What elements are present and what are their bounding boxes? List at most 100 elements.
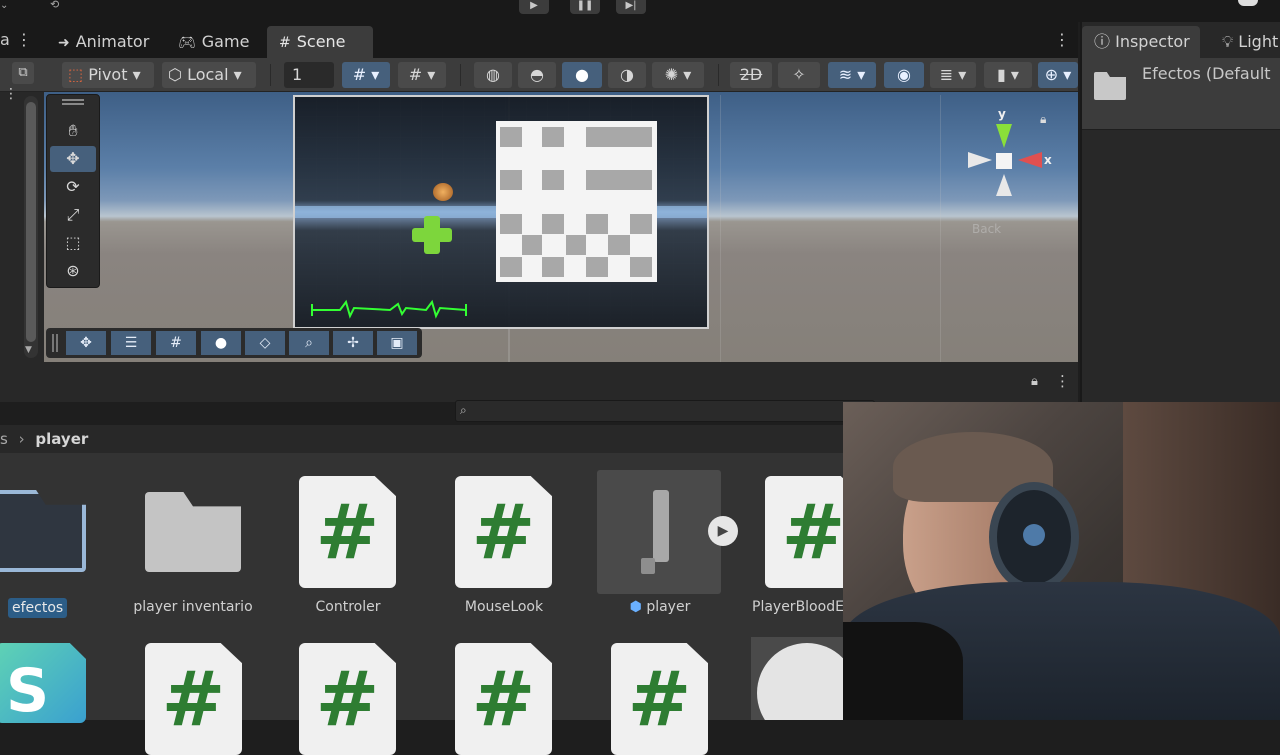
overlay-pivot-button[interactable]: ✢ (333, 331, 373, 355)
asset-label-efectos[interactable]: efectos (8, 598, 68, 618)
snap-button[interactable]: # ▾ (398, 62, 446, 88)
gizmo-x-axis[interactable] (1018, 152, 1042, 168)
step-icon: ▶| (625, 0, 637, 11)
rect-tool[interactable]: ⬚ (50, 230, 96, 256)
gizmo-center-cube[interactable] (996, 153, 1012, 169)
asset-label-playerbloodef[interactable]: PlayerBloodEf (752, 599, 843, 615)
gizmo-y-axis[interactable] (996, 124, 1012, 148)
search-icon: ⌕ (305, 335, 313, 351)
overlay-plane-button[interactable]: ◇ (245, 331, 285, 355)
project-search-input[interactable]: ⌕ (455, 400, 875, 422)
overlay-grid-button[interactable]: # (156, 331, 196, 355)
script-icon[interactable]: # (455, 476, 552, 588)
prefab-thumbnail[interactable] (597, 470, 721, 594)
overlay-handle[interactable] (52, 334, 54, 352)
pivot-icon: ⬚ (68, 65, 84, 84)
scene-menu-icon[interactable]: ⋮ (1054, 30, 1070, 49)
tab-overflow-fragment: a (0, 30, 10, 49)
script-icon[interactable]: # (611, 643, 708, 755)
move-tool[interactable]: ✥ (50, 146, 96, 172)
tab-scene[interactable]: # Scene (267, 26, 373, 58)
shading-wire-button[interactable]: ◍ (474, 62, 512, 88)
tab-lighting[interactable]: 💡︎ Light (1222, 26, 1278, 58)
local-dropdown[interactable]: ⬡ Local ▾ (162, 62, 256, 88)
shading-shaded-wire-button[interactable]: ◓ (518, 62, 556, 88)
hand-tool[interactable]: ✋︎ (50, 118, 96, 144)
scrollbar-thumb[interactable] (26, 102, 36, 342)
account-icon[interactable] (1238, 0, 1258, 6)
lock-icon[interactable]: 🔒︎ (1031, 374, 1038, 389)
sphere-icon: ● (214, 335, 228, 351)
shader-icon[interactable]: S (0, 643, 86, 723)
overlay-sphere-button[interactable]: ● (201, 331, 241, 355)
camera-icon: ▮ (997, 65, 1006, 84)
overlay-search-button[interactable]: ⌕ (289, 331, 329, 355)
play-icon: ▶ (530, 0, 538, 11)
step-button[interactable]: ▶| (616, 0, 646, 14)
material-sphere-icon (757, 643, 843, 720)
asset-label-mouselook[interactable]: MouseLook (446, 599, 562, 615)
play-arrow-icon: ▶ (717, 523, 729, 539)
gizmo-lock-icon[interactable]: 🔒︎ (1040, 112, 1046, 127)
collab-icon[interactable]: ⟲ (50, 0, 59, 11)
tab-menu-icon[interactable]: ⋮ (16, 30, 32, 49)
hash-glyph: # (161, 654, 226, 743)
gizmos-button[interactable]: ⊕ ▾ (1038, 62, 1078, 88)
script-icon[interactable]: # (299, 643, 396, 755)
vertical-scrollbar[interactable] (24, 96, 38, 358)
visibility-button[interactable]: ◉ (884, 62, 924, 88)
overlay-move-button[interactable]: ✥ (66, 331, 106, 355)
lighting-toggle-button[interactable]: ✧ (778, 62, 820, 88)
material-thumbnail[interactable] (751, 637, 843, 720)
gizmo-neg-x-axis[interactable] (968, 152, 992, 168)
maximize-icon[interactable]: ⧉ (12, 62, 34, 84)
layers-button[interactable]: ≣ ▾ (930, 62, 976, 88)
breadcrumb-current[interactable]: player (35, 430, 88, 448)
asset-label-player[interactable]: ⬢ player (610, 599, 710, 615)
grid-icon: # (352, 65, 367, 84)
scale-tool[interactable]: ⤢ (50, 202, 96, 228)
prefab-cube-icon: ⬢ (629, 599, 642, 615)
scroll-down-icon[interactable]: ▼ (25, 345, 32, 355)
overlay-settings-button[interactable]: ☰ (111, 331, 151, 355)
asset-label-controler[interactable]: Controler (290, 599, 406, 615)
gizmo-neg-y-axis[interactable] (996, 174, 1012, 196)
expand-prefab-button[interactable]: ▶ (708, 516, 738, 546)
panel-handle[interactable] (62, 99, 84, 101)
cube-icon: ⬡ (168, 65, 182, 84)
play-button[interactable]: ▶ (519, 0, 549, 14)
pause-button[interactable]: ❚❚ (570, 0, 600, 14)
debug-draw-button[interactable]: ✺ ▾ (652, 62, 704, 88)
light-off-icon: ✧ (792, 65, 806, 84)
inspector-tab-label: ⓘ Inspector (1094, 32, 1190, 51)
rect-icon: ⬚ (65, 233, 81, 252)
pivot-dropdown[interactable]: ⬚ Pivot ▾ (62, 62, 154, 88)
shaded-sphere-icon: ● (575, 65, 589, 84)
grid-toggle-button[interactable]: # ▾ (342, 62, 390, 88)
grid-snap-input[interactable]: 1 (284, 62, 334, 88)
shading-shaded-button[interactable]: ● (562, 62, 602, 88)
menu-arrow-icon[interactable]: ⌄ (0, 0, 8, 11)
breadcrumb-prev[interactable]: s (0, 430, 8, 448)
panel-menu-icon[interactable]: ⋮ (1055, 372, 1070, 390)
overlay-camera-button[interactable]: ▣ (377, 331, 417, 355)
ui-canvas-panel[interactable] (496, 121, 657, 282)
move-icon: ✥ (66, 149, 80, 168)
camera-button[interactable]: ▮ ▾ (984, 62, 1032, 88)
script-icon[interactable]: # (455, 643, 552, 755)
side-menu-icon[interactable]: ⋮ (4, 86, 18, 102)
effects-button[interactable]: ≋ ▾ (828, 62, 876, 88)
scene-grid-line (720, 95, 721, 362)
tab-animator[interactable]: ➜ Animator (46, 26, 161, 58)
asset-label-player-inventario[interactable]: player inventario (120, 599, 266, 615)
tab-game[interactable]: 🎮︎ Game (166, 26, 261, 58)
script-icon[interactable]: # (299, 476, 396, 588)
2d-toggle-button[interactable]: 2D (730, 62, 772, 88)
coin-sprite[interactable] (433, 183, 453, 201)
panel-divider (0, 362, 1078, 402)
transform-tool[interactable]: ⊛ (50, 258, 96, 284)
shading-unlit-button[interactable]: ◑ (608, 62, 646, 88)
stack-icon: ≣ (939, 65, 954, 84)
rotate-tool[interactable]: ⟳ (50, 174, 96, 200)
script-icon[interactable]: # (145, 643, 242, 755)
